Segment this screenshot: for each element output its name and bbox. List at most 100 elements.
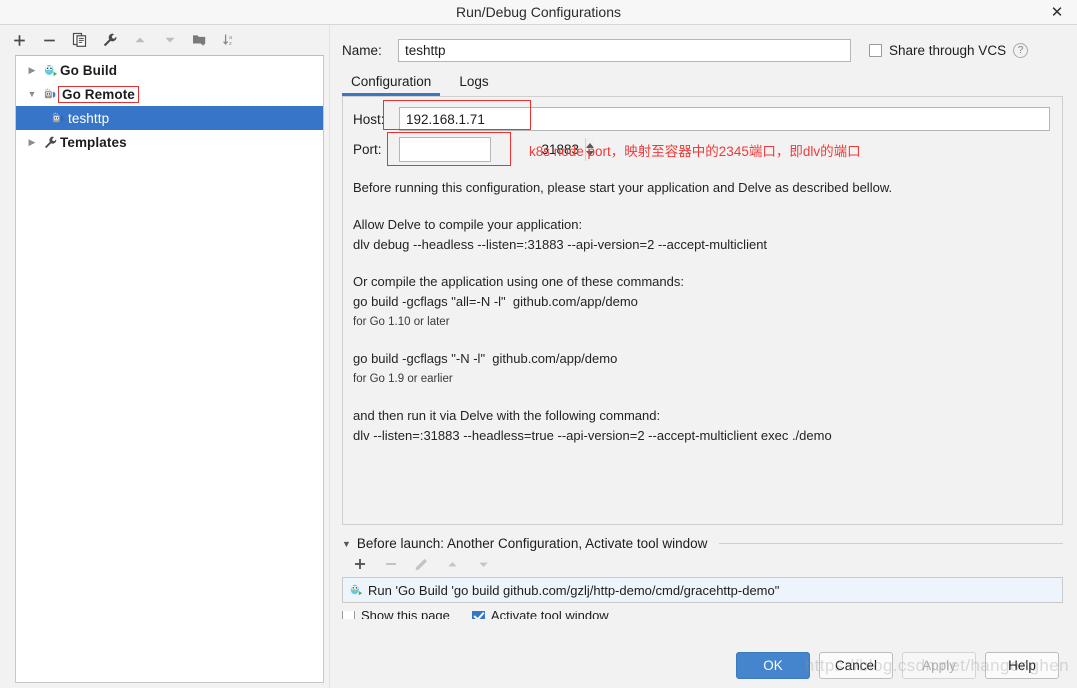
minus-icon [385,563,396,565]
tree-item-label: Templates [60,134,127,150]
remove-task-button[interactable] [381,555,400,574]
go-build-icon [40,63,60,78]
move-down-button[interactable] [160,31,179,50]
help-icon[interactable]: ? [1013,43,1029,58]
delve-instructions: Before running this configuration, pleas… [353,178,1050,446]
svg-text:a: a [229,35,233,41]
configurations-tree[interactable]: ▶ Go Build ▼ Go Remote teshttp ▶ Templat… [15,55,324,683]
go-build-icon [349,583,363,597]
move-task-down-button[interactable] [474,555,493,574]
ok-button[interactable]: OK [736,651,810,679]
name-input[interactable] [398,39,851,62]
instruction-command: dlv debug --headless --listen=:31883 --a… [353,237,768,252]
minus-icon [44,39,55,41]
dialog-footer: OK Cancel Apply Help [330,642,1077,688]
share-through-vcs-checkbox[interactable] [869,44,882,57]
instruction-line: and then run it via Delve with the follo… [353,408,661,423]
tree-item-label: teshttp [68,110,110,126]
configurations-pane: a z ▶ Go Build ▼ Go Remote teshttp ▶ Tem… [0,25,330,688]
before-launch-options: Show this page Activate tool window [342,611,1063,619]
show-this-page-label: Show this page [361,611,450,619]
sort-configurations-button[interactable]: a z [220,31,239,50]
arrow-up-icon [135,37,144,43]
tree-item-label: Go Build [60,62,118,78]
tree-item-go-build[interactable]: ▶ Go Build [16,58,323,82]
show-this-page-option[interactable]: Show this page [342,611,450,619]
instruction-note: for Go 1.9 or earlier [353,373,453,385]
configuration-editor-pane: Name: Share through VCS ? Configuration … [330,25,1077,688]
edit-templates-button[interactable] [100,31,119,50]
before-launch-task-label: Run 'Go Build 'go build github.com/gzlj/… [368,582,780,598]
share-through-vcs-control[interactable]: Share through VCS ? [869,43,1029,58]
activate-tool-window-label: Activate tool window [490,611,609,619]
port-label: Port: [353,142,382,157]
show-this-page-checkbox[interactable] [342,611,355,619]
instruction-command: dlv --listen=:31883 --headless=true --ap… [353,428,832,443]
arrow-down-icon [165,37,174,43]
move-up-button[interactable] [130,31,149,50]
remove-configuration-button[interactable] [40,31,59,50]
tree-item-teshttp[interactable]: teshttp [16,106,323,130]
tree-item-go-remote[interactable]: ▼ Go Remote [16,82,323,106]
before-launch-task-list[interactable]: Run 'Go Build 'go build github.com/gzlj/… [342,577,1063,603]
close-icon[interactable]: ✕ [1047,2,1067,22]
arrow-up-icon [448,561,457,566]
port-spinner[interactable] [399,137,594,162]
activate-tool-window-checkbox[interactable] [471,611,485,619]
tree-item-templates[interactable]: ▶ Templates [16,130,323,154]
folder-add-icon [192,35,205,46]
move-task-up-button[interactable] [443,555,462,574]
before-launch-header[interactable]: ▼ Before launch: Another Configuration, … [342,536,1063,551]
instruction-command: go build -gcflags "all=-N -l" github.com… [353,294,638,309]
copy-icon [72,32,86,47]
instruction-note: for Go 1.10 or later [353,316,450,328]
edit-task-button[interactable] [412,555,431,574]
wrench-icon [103,33,116,47]
before-launch-title: Before launch: Another Configuration, Ac… [356,536,708,551]
pencil-icon [415,558,427,570]
arrow-down-icon [479,562,488,567]
port-row: Port: k8s node port，映射至容器中的2345端口，即dlv的端… [353,137,1050,162]
plus-icon [14,34,25,46]
apply-button: Apply [902,651,976,679]
twisty-collapsed-icon[interactable]: ▶ [24,65,40,76]
window-title: Run/Debug Configurations [456,4,621,20]
wrench-icon [40,135,60,150]
plus-icon [354,559,365,569]
go-remote-icon [48,111,68,126]
instruction-line: Allow Delve to compile your application: [353,217,583,232]
editor-tabs: Configuration Logs [341,74,1063,96]
twisty-expanded-icon[interactable]: ▼ [24,89,40,99]
chevron-down-icon[interactable]: ▼ [342,539,351,549]
configurations-toolbar: a z [0,25,329,55]
tree-item-label: Go Remote [58,85,139,103]
dialog-body: a z ▶ Go Build ▼ Go Remote teshttp ▶ Tem… [0,25,1077,688]
add-task-button[interactable] [350,555,369,574]
twisty-collapsed-icon[interactable]: ▶ [24,137,40,148]
help-button[interactable]: Help [985,651,1059,679]
move-into-folder-button[interactable] [190,31,209,50]
name-label: Name: [342,43,382,58]
name-row: Name: Share through VCS ? [342,39,1063,62]
instruction-command: go build -gcflags "-N -l" github.com/app… [353,351,618,366]
instruction-line: Or compile the application using one of … [353,274,684,289]
cancel-button[interactable]: Cancel [819,651,893,679]
add-configuration-button[interactable] [10,31,29,50]
tab-logs[interactable]: Logs [456,74,491,96]
sort-alpha-icon: a z [222,34,233,47]
tab-configuration[interactable]: Configuration [341,74,441,96]
configuration-panel: Host: Port: k8s node port，映射至容器中的2345端口，… [342,96,1063,525]
svg-text:z: z [229,41,232,47]
go-remote-icon [40,87,60,102]
before-launch-toolbar [342,551,1063,577]
host-input[interactable] [399,107,1050,131]
activate-tool-window-option[interactable]: Activate tool window [471,611,609,619]
instruction-line: Before running this configuration, pleas… [353,180,893,195]
window-titlebar: Run/Debug Configurations ✕ [0,0,1077,25]
host-label: Host: [353,111,385,127]
copy-configuration-button[interactable] [70,31,89,50]
